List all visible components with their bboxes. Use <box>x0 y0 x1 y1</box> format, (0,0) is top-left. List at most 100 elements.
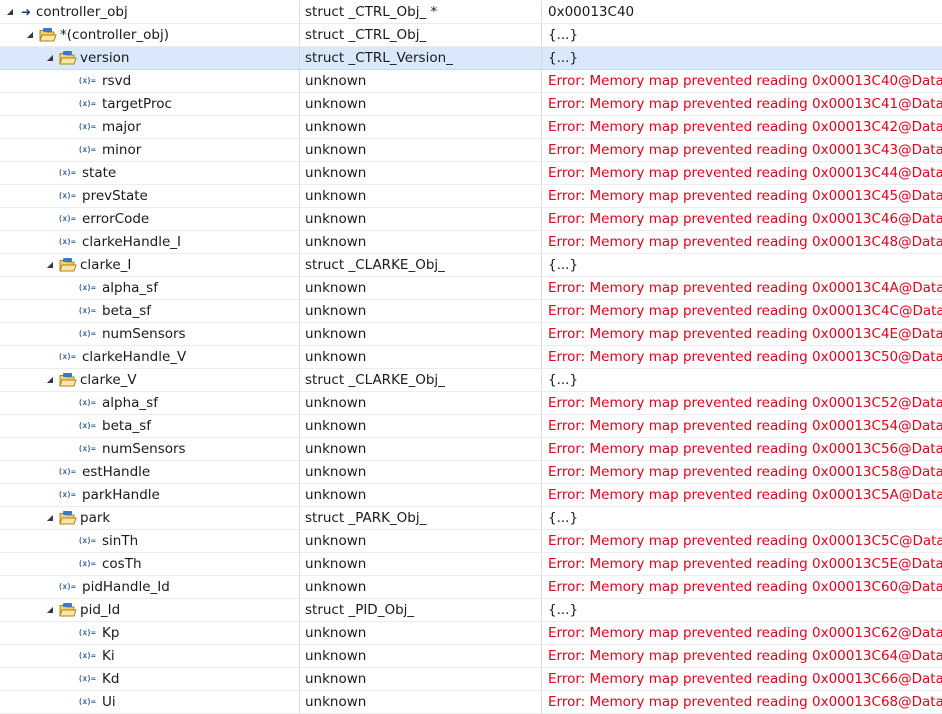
error-value-cell[interactable]: Error: Memory map prevented reading 0x00… <box>541 323 942 345</box>
error-value-cell[interactable]: Error: Memory map prevented reading 0x00… <box>541 415 942 437</box>
tree-row[interactable]: (x)= errorCode unknown Error: Memory map pr… <box>0 208 942 231</box>
tree-row[interactable]: ◢ version struct _CTRL_Version_ {...} <box>0 47 942 70</box>
name-cell[interactable]: ◢ ➜ controller_obj <box>0 1 299 23</box>
value-cell[interactable]: {...} <box>541 507 942 529</box>
error-value-cell[interactable]: Error: Memory map prevented reading 0x00… <box>541 70 942 92</box>
tree-row[interactable]: ◢ clarke_V struct _CLARKE_Obj_ {...} <box>0 369 942 392</box>
tree-row[interactable]: (x)= Kp unknown Error: Memory map prevented… <box>0 622 942 645</box>
tree-row[interactable]: (x)= clarkeHandle_I unknown Error: Memory m… <box>0 231 942 254</box>
name-cell[interactable]: (x)= numSensors <box>0 438 299 460</box>
value-cell[interactable]: {...} <box>541 24 942 46</box>
tree-row[interactable]: (x)= pidHandle_Id unknown Error: Memory map… <box>0 576 942 599</box>
error-value-cell[interactable]: Error: Memory map prevented reading 0x00… <box>541 530 942 552</box>
tree-row[interactable]: (x)= numSensors unknown Error: Memory map p… <box>0 323 942 346</box>
name-cell[interactable]: (x)= sinTh <box>0 530 299 552</box>
expand-toggle-icon[interactable]: ◢ <box>4 1 16 23</box>
name-cell[interactable]: (x)= parkHandle <box>0 484 299 506</box>
value-cell[interactable]: {...} <box>541 254 942 276</box>
name-cell[interactable]: (x)= estHandle <box>0 461 299 483</box>
error-value-cell[interactable]: Error: Memory map prevented reading 0x00… <box>541 346 942 368</box>
error-value-cell[interactable]: Error: Memory map prevented reading 0x00… <box>541 139 942 161</box>
tree-row[interactable]: (x)= Ui unknown Error: Memory map prevented… <box>0 691 942 714</box>
name-cell[interactable]: (x)= minor <box>0 139 299 161</box>
tree-row[interactable]: (x)= parkHandle unknown Error: Memory map p… <box>0 484 942 507</box>
name-cell[interactable]: (x)= rsvd <box>0 70 299 92</box>
error-value-cell[interactable]: Error: Memory map prevented reading 0x00… <box>541 622 942 644</box>
name-cell[interactable]: (x)= numSensors <box>0 323 299 345</box>
name-cell[interactable]: (x)= Ki <box>0 645 299 667</box>
tree-row[interactable]: (x)= Kd unknown Error: Memory map prevented… <box>0 668 942 691</box>
tree-row[interactable]: (x)= rsvd unknown Error: Memory map prevent… <box>0 70 942 93</box>
tree-row[interactable]: (x)= sinTh unknown Error: Memory map preven… <box>0 530 942 553</box>
tree-row[interactable]: (x)= minor unknown Error: Memory map preven… <box>0 139 942 162</box>
tree-row[interactable]: ◢ park struct _PARK_Obj_ {...} <box>0 507 942 530</box>
error-value-cell[interactable]: Error: Memory map prevented reading 0x00… <box>541 691 942 713</box>
error-value-cell[interactable]: Error: Memory map prevented reading 0x00… <box>541 438 942 460</box>
tree-row[interactable]: (x)= clarkeHandle_V unknown Error: Memory m… <box>0 346 942 369</box>
expand-toggle-icon[interactable]: ◢ <box>44 47 56 69</box>
error-value-cell[interactable]: Error: Memory map prevented reading 0x00… <box>541 277 942 299</box>
name-cell[interactable]: (x)= beta_sf <box>0 415 299 437</box>
name-cell[interactable]: (x)= errorCode <box>0 208 299 230</box>
tree-row[interactable]: (x)= state unknown Error: Memory map preven… <box>0 162 942 185</box>
error-value-cell[interactable]: Error: Memory map prevented reading 0x00… <box>541 553 942 575</box>
value-cell[interactable]: 0x00013C40 <box>541 1 942 23</box>
name-cell[interactable]: ◢ clarke_I <box>0 254 299 276</box>
tree-row[interactable]: ◢ pid_Id struct _PID_Obj_ {...} <box>0 599 942 622</box>
value-cell[interactable]: {...} <box>541 369 942 391</box>
name-cell[interactable]: (x)= targetProc <box>0 93 299 115</box>
tree-row[interactable]: (x)= cosTh unknown Error: Memory map preven… <box>0 553 942 576</box>
tree-row[interactable]: (x)= beta_sf unknown Error: Memory map prev… <box>0 415 942 438</box>
tree-row[interactable]: (x)= beta_sf unknown Error: Memory map prev… <box>0 300 942 323</box>
error-value-cell[interactable]: Error: Memory map prevented reading 0x00… <box>541 231 942 253</box>
error-value-cell[interactable]: Error: Memory map prevented reading 0x00… <box>541 645 942 667</box>
name-cell[interactable]: ◢ *(controller_obj) <box>0 24 299 46</box>
tree-row[interactable]: (x)= numSensors unknown Error: Memory map p… <box>0 438 942 461</box>
expand-toggle-icon[interactable]: ◢ <box>44 369 56 391</box>
name-cell[interactable]: (x)= alpha_sf <box>0 277 299 299</box>
name-cell[interactable]: (x)= Kp <box>0 622 299 644</box>
name-cell[interactable]: (x)= Ui <box>0 691 299 713</box>
name-cell[interactable]: (x)= beta_sf <box>0 300 299 322</box>
name-cell[interactable]: (x)= clarkeHandle_I <box>0 231 299 253</box>
expand-toggle-icon[interactable]: ◢ <box>44 599 56 621</box>
name-cell[interactable]: ◢ clarke_V <box>0 369 299 391</box>
name-cell[interactable]: ◢ version <box>0 47 299 69</box>
tree-row[interactable]: (x)= targetProc unknown Error: Memory map p… <box>0 93 942 116</box>
name-cell[interactable]: (x)= major <box>0 116 299 138</box>
expand-toggle-icon[interactable]: ◢ <box>24 24 36 46</box>
name-cell[interactable]: ◢ park <box>0 507 299 529</box>
error-value-cell[interactable]: Error: Memory map prevented reading 0x00… <box>541 208 942 230</box>
name-cell[interactable]: (x)= cosTh <box>0 553 299 575</box>
tree-row[interactable]: (x)= prevState unknown Error: Memory map pr… <box>0 185 942 208</box>
expand-toggle-icon[interactable]: ◢ <box>44 507 56 529</box>
tree-row[interactable]: (x)= alpha_sf unknown Error: Memory map pre… <box>0 392 942 415</box>
tree-row[interactable]: (x)= estHandle unknown Error: Memory map pr… <box>0 461 942 484</box>
name-cell[interactable]: (x)= pidHandle_Id <box>0 576 299 598</box>
error-value-cell[interactable]: Error: Memory map prevented reading 0x00… <box>541 162 942 184</box>
error-value-cell[interactable]: Error: Memory map prevented reading 0x00… <box>541 576 942 598</box>
value-cell[interactable]: {...} <box>541 599 942 621</box>
error-value-cell[interactable]: Error: Memory map prevented reading 0x00… <box>541 300 942 322</box>
tree-row[interactable]: ◢ *(controller_obj) struct _CTRL_Obj_ {...} <box>0 24 942 47</box>
error-value-cell[interactable]: Error: Memory map prevented reading 0x00… <box>541 116 942 138</box>
name-cell[interactable]: (x)= clarkeHandle_V <box>0 346 299 368</box>
error-value-cell[interactable]: Error: Memory map prevented reading 0x00… <box>541 461 942 483</box>
name-cell[interactable]: (x)= Kd <box>0 668 299 690</box>
tree-row[interactable]: ◢ ➜ controller_obj struct _CTRL_Obj_ * 0x000… <box>0 1 942 24</box>
name-cell[interactable]: (x)= prevState <box>0 185 299 207</box>
error-value-cell[interactable]: Error: Memory map prevented reading 0x00… <box>541 185 942 207</box>
tree-row[interactable]: ◢ clarke_I struct _CLARKE_Obj_ {...} <box>0 254 942 277</box>
tree-row[interactable]: (x)= Ki unknown Error: Memory map prevented… <box>0 645 942 668</box>
expressions-tree-table[interactable]: ◢ ➜ controller_obj struct _CTRL_Obj_ * 0x000… <box>0 0 942 714</box>
name-cell[interactable]: (x)= alpha_sf <box>0 392 299 414</box>
error-value-cell[interactable]: Error: Memory map prevented reading 0x00… <box>541 668 942 690</box>
error-value-cell[interactable]: Error: Memory map prevented reading 0x00… <box>541 392 942 414</box>
name-cell[interactable]: (x)= state <box>0 162 299 184</box>
value-cell[interactable]: {...} <box>541 47 942 69</box>
error-value-cell[interactable]: Error: Memory map prevented reading 0x00… <box>541 484 942 506</box>
error-value-cell[interactable]: Error: Memory map prevented reading 0x00… <box>541 93 942 115</box>
tree-row[interactable]: (x)= major unknown Error: Memory map preven… <box>0 116 942 139</box>
name-cell[interactable]: ◢ pid_Id <box>0 599 299 621</box>
expand-toggle-icon[interactable]: ◢ <box>44 254 56 276</box>
